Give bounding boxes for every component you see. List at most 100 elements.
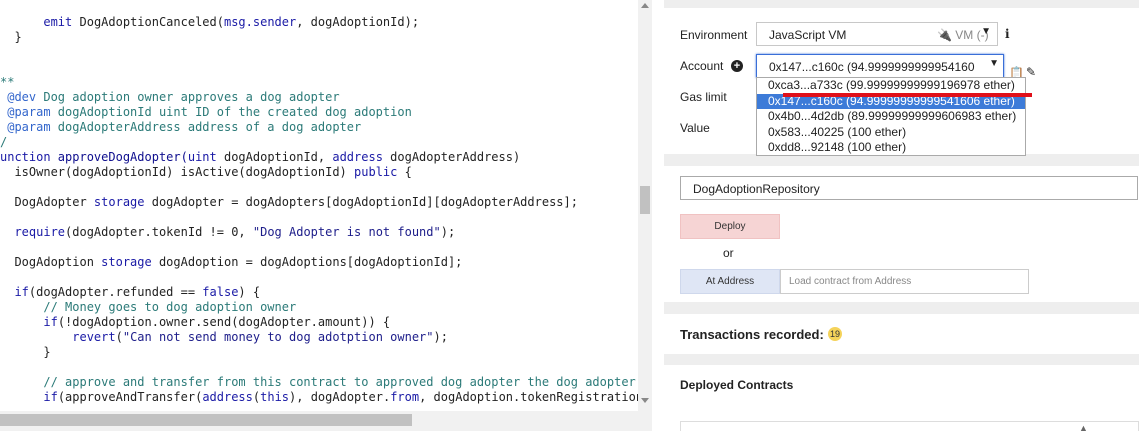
add-account-plus-icon[interactable]: + — [731, 60, 743, 72]
code-token: if — [14, 285, 29, 299]
editor-horizontal-scrollbar[interactable] — [0, 411, 652, 431]
deployed-contracts-card: Deployed Contracts ▲ — [664, 365, 1139, 431]
code-token: (!dogAdoption.owner.send(dogAdopter.amou… — [57, 315, 391, 329]
chevron-down-icon: ▼ — [981, 26, 991, 37]
code-token: ) { — [238, 285, 261, 299]
chevron-down-icon: ▼ — [986, 58, 999, 69]
deployed-contract-item[interactable] — [680, 421, 1139, 431]
code-line[interactable]: require(dogAdopter.tokenId != 0, "Dog Ad… — [0, 225, 640, 240]
code-token: ** — [0, 75, 15, 89]
code-token: storage — [93, 195, 145, 209]
code-line[interactable]: @param dogAdoptionId uint ID of the crea… — [0, 105, 640, 120]
code-token: ); — [433, 330, 448, 344]
code-lines[interactable]: emit DogAdoptionCanceled(msg.sender, dog… — [0, 15, 644, 405]
vertical-scroll-thumb[interactable] — [640, 186, 650, 214]
code-line[interactable]: // Money goes to dog adoption owner — [0, 300, 640, 315]
info-icon[interactable]: i — [1005, 27, 1010, 41]
code-token: uint — [187, 150, 217, 164]
account-option[interactable]: 0xdd8...92148 (100 ether) — [757, 140, 1025, 156]
at-address-button[interactable]: At Address — [680, 269, 780, 294]
code-line[interactable]: @param dogAdopterAddress address of a do… — [0, 120, 640, 135]
code-token: approveDogAdopter( — [57, 150, 188, 164]
code-line[interactable]: @dev Dog adoption owner approves a dog a… — [0, 90, 640, 105]
code-token: "Dog Adopter is not found" — [252, 225, 441, 239]
code-editor[interactable]: emit DogAdoptionCanceled(msg.sender, dog… — [0, 0, 652, 431]
code-token: (dogAdopter.tokenId != 0, — [65, 225, 253, 239]
code-token: dogAdopter = dogAdopters[dogAdoptionId][… — [144, 195, 578, 209]
code-token: address — [202, 390, 253, 404]
code-token: "Can not send money to dog adotption own… — [122, 330, 434, 344]
code-token: storage — [101, 255, 152, 269]
code-line[interactable]: } — [0, 30, 640, 45]
code-line[interactable]: } — [0, 345, 640, 360]
transactions-title: Transactions recorded: — [680, 327, 824, 342]
code-line[interactable]: if(dogAdopter.refunded == false) { — [0, 285, 640, 300]
edit-icon[interactable]: ✎ — [1026, 65, 1036, 79]
code-line[interactable]: if(approveAndTransfer(address(this), dog… — [0, 390, 644, 405]
contract-card: DogAdoptionRepository Deploy or At Addre… — [664, 166, 1139, 302]
code-line[interactable]: emit DogAdoptionCanceled(msg.sender, dog… — [0, 15, 640, 30]
account-option[interactable]: 0x4b0...4d2db (89.99999999999606983 ethe… — [757, 109, 1025, 125]
code-token: dogAdopterAddress) — [382, 150, 521, 164]
code-token: ( — [115, 330, 123, 344]
code-line[interactable] — [0, 360, 640, 375]
code-line[interactable]: unction approveDogAdopter(uint dogAdopti… — [0, 150, 640, 165]
scroll-down-arrow-icon[interactable] — [641, 398, 649, 403]
code-line[interactable] — [0, 210, 640, 225]
code-token: emit — [43, 15, 73, 29]
transactions-card[interactable]: Transactions recorded: 19 — [664, 314, 1139, 354]
code-line[interactable] — [0, 270, 640, 285]
code-token: dogAdoption = dogAdoptions[dogAdoptionId… — [151, 255, 463, 269]
code-token: msg.sender — [223, 15, 297, 29]
deploy-button[interactable]: Deploy — [680, 214, 780, 239]
code-token: , dogAdoption.tokenRegistration — [419, 390, 644, 404]
code-token: Dog adoption owner approves a dog adopte… — [43, 90, 340, 104]
code-line[interactable]: revert("Can not send money to dog adotpt… — [0, 330, 640, 345]
code-line[interactable] — [0, 60, 640, 75]
scroll-up-arrow-icon[interactable] — [641, 3, 649, 8]
horizontal-scroll-thumb[interactable] — [0, 414, 412, 426]
account-dropdown-list[interactable]: 0xca3...a733c (99.99999999999196978 ethe… — [756, 77, 1026, 156]
code-line[interactable]: isOwner(dogAdoptionId) isActive(dogAdopt… — [0, 165, 640, 180]
code-token: isOwner(dogAdoptionId) isActive(dogAdopt… — [0, 165, 355, 179]
editor-vertical-scrollbar[interactable] — [638, 0, 652, 411]
caret-up-icon[interactable]: ▲ — [1079, 423, 1088, 431]
code-line[interactable]: ** — [0, 75, 640, 90]
value-label: Value — [680, 121, 710, 135]
account-option[interactable]: 0xca3...a733c (99.99999999999196978 ethe… — [757, 78, 1025, 94]
code-line[interactable] — [0, 180, 640, 195]
code-token: dogAdopterAddress address of a dog adopt… — [57, 120, 362, 134]
code-token: address — [332, 150, 383, 164]
contract-select[interactable]: DogAdoptionRepository — [680, 176, 1138, 200]
account-select[interactable]: 0x147...c160c (94.9999999999954160 ▼ — [756, 54, 1004, 78]
code-token: ), dogAdopter. — [289, 390, 391, 404]
code-line[interactable]: DogAdoption storage dogAdoption = dogAdo… — [0, 255, 640, 270]
account-label: Account — [680, 59, 724, 73]
code-token: if — [43, 390, 58, 404]
run-panel: Environment JavaScript VM 🔌 VM (-) ▼ i A… — [664, 0, 1139, 431]
code-line[interactable] — [0, 240, 640, 255]
account-option[interactable]: 0x583...40225 (100 ether) — [757, 125, 1025, 141]
code-token: { — [397, 165, 412, 179]
code-line[interactable] — [0, 45, 640, 60]
environment-select[interactable]: JavaScript VM 🔌 VM (-) ▼ — [756, 22, 998, 46]
code-token: from — [390, 390, 420, 404]
code-token: @dev — [0, 90, 44, 104]
code-line[interactable]: // approve and transfer from this contra… — [0, 375, 640, 390]
gas-limit-label: Gas limit — [680, 90, 727, 104]
code-token: ); — [440, 225, 456, 239]
code-token: dogAdoptionId uint ID of the created dog… — [57, 105, 412, 119]
code-line[interactable]: if(!dogAdoption.owner.send(dogAdopter.am… — [0, 315, 640, 330]
code-token: false — [202, 285, 239, 299]
code-line[interactable]: DogAdopter storage dogAdopter = dogAdopt… — [0, 195, 640, 210]
code-token: / — [0, 135, 8, 149]
code-line[interactable]: / — [0, 135, 640, 150]
environment-value: JavaScript VM — [769, 28, 847, 42]
plug-icon: 🔌 — [937, 28, 952, 42]
at-address-input[interactable]: Load contract from Address — [780, 269, 1029, 294]
code-token: public — [354, 165, 398, 179]
code-token: // approve and transfer from this contra… — [0, 375, 636, 389]
